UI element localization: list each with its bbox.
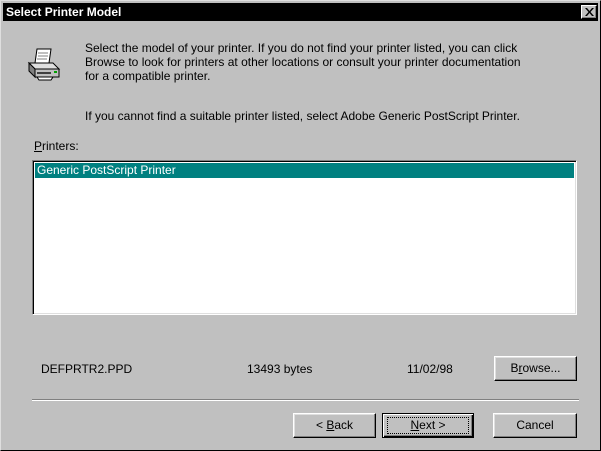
next-label-post: ext >: [419, 418, 446, 432]
file-date: 11/02/98: [407, 362, 453, 376]
close-button[interactable]: [581, 5, 597, 19]
select-printer-model-dialog: Select Printer Model Select the model of…: [0, 0, 601, 451]
browse-label-pre: B: [510, 361, 519, 375]
back-label-pre: <: [315, 418, 327, 432]
description-text: Select the model of your printer. If you…: [85, 41, 521, 83]
next-label: Next >: [410, 418, 445, 432]
printers-label: Printers:: [34, 139, 79, 153]
cancel-button[interactable]: Cancel: [493, 413, 577, 438]
next-button[interactable]: Next >: [382, 413, 474, 438]
browse-button[interactable]: Browse...: [494, 356, 577, 381]
printers-label-accelerator: P: [34, 139, 43, 153]
fallback-hint-text: If you cannot find a suitable printer li…: [85, 109, 520, 123]
printer-icon: [27, 48, 61, 81]
separator: [32, 399, 579, 401]
file-size: 13493 bytes: [247, 362, 313, 376]
file-name: DEFPRTR2.PPD: [41, 362, 133, 376]
back-label-post: ack: [334, 418, 354, 432]
back-button[interactable]: < Back: [293, 413, 376, 438]
browse-label-post: owse...: [522, 361, 561, 375]
title-bar[interactable]: Select Printer Model: [3, 3, 598, 21]
printers-listbox[interactable]: Generic PostScript Printer: [32, 160, 577, 315]
printers-label-text: rinters:: [42, 139, 79, 153]
list-item[interactable]: Generic PostScript Printer: [35, 163, 574, 178]
next-label-accelerator: N: [410, 418, 420, 432]
window-title: Select Printer Model: [6, 5, 122, 19]
close-icon: [585, 8, 594, 16]
